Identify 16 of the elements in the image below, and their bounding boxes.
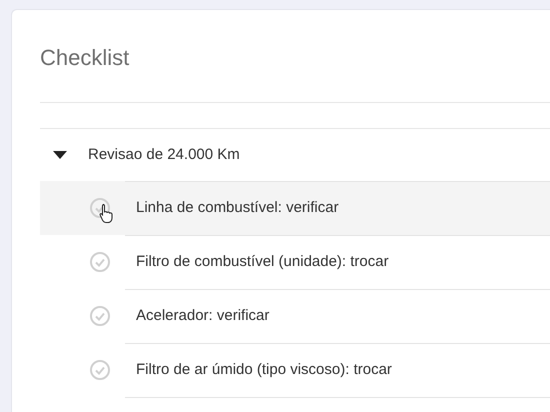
checklist-row[interactable]: Acelerador: verificar — [40, 289, 550, 343]
group-title[interactable]: Revisao de 24.000 Km — [88, 144, 240, 166]
checklist-row[interactable]: Filtro de combustível (unidade): trocar — [40, 235, 550, 289]
check-circle-icon[interactable] — [90, 306, 110, 326]
checklist-row[interactable]: Filtro de ar úmido (tipo viscoso): trocar — [40, 343, 550, 397]
card-title: Checklist — [40, 44, 130, 72]
hovered-row[interactable]: Linha de combustível: verificar — [40, 181, 550, 235]
item-label: Filtro de ar úmido (tipo viscoso): trocar — [136, 360, 392, 380]
check-circle-icon[interactable] — [90, 252, 110, 272]
item-label: Acelerador: verificar — [136, 306, 270, 326]
check-circle-icon[interactable] — [90, 198, 110, 218]
item-label: Filtro de combustível (unidade): trocar — [136, 252, 389, 272]
item-label: Linha de combustível: verificar — [136, 198, 339, 218]
hand-cursor-icon — [99, 203, 113, 223]
check-circle-icon[interactable] — [90, 360, 110, 380]
caret-icon[interactable] — [53, 151, 67, 159]
